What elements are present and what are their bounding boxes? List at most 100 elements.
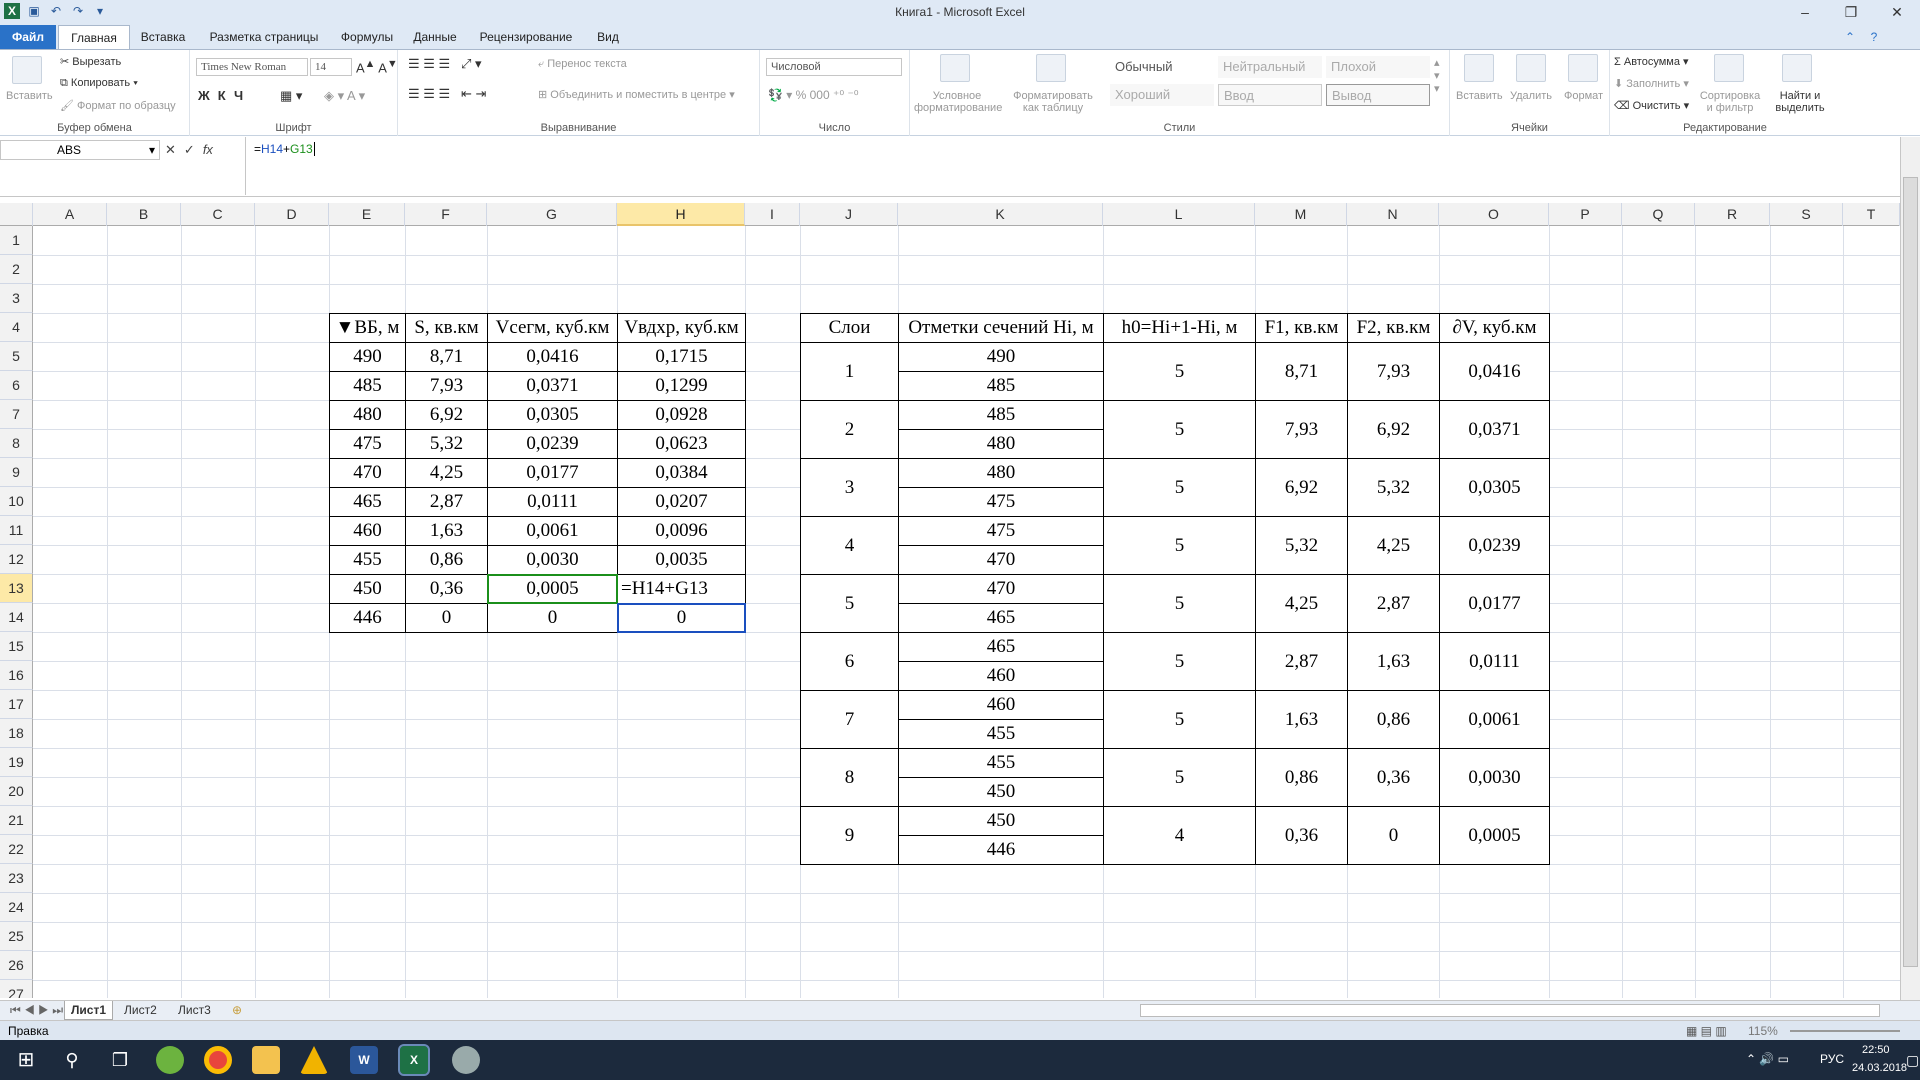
layer-dv[interactable]: 0,0177 — [1439, 574, 1550, 633]
row-header-15[interactable]: 15 — [0, 632, 33, 661]
layer-f2[interactable]: 4,25 — [1347, 516, 1440, 575]
section-mark[interactable]: 470 — [898, 574, 1104, 604]
layer-h0[interactable]: 5 — [1103, 748, 1256, 807]
row-header-11[interactable]: 11 — [0, 516, 33, 545]
search-icon[interactable]: ⚲ — [58, 1046, 86, 1074]
row-header-14[interactable]: 14 — [0, 603, 33, 632]
row-header-16[interactable]: 16 — [0, 661, 33, 690]
table1-cell[interactable]: 470 — [329, 458, 406, 488]
section-mark[interactable]: 470 — [898, 545, 1104, 575]
table1-cell[interactable]: 490 — [329, 342, 406, 372]
layer-h0[interactable]: 5 — [1103, 458, 1256, 517]
tray-icons[interactable]: ⌃ 🔊 ▭ — [1746, 1052, 1789, 1066]
insert-function-icon[interactable]: fx — [203, 140, 213, 160]
table1-cell[interactable]: 460 — [329, 516, 406, 546]
section-mark[interactable]: 485 — [898, 400, 1104, 430]
formula-input[interactable]: =H14+G13 — [245, 137, 1905, 195]
insert-cells-button[interactable]: Вставить — [1456, 90, 1503, 102]
row-header-26[interactable]: 26 — [0, 951, 33, 980]
layer-f1[interactable]: 4,25 — [1255, 574, 1348, 633]
section-mark[interactable]: 450 — [898, 806, 1104, 836]
delete-cells-button[interactable]: Удалить — [1510, 90, 1552, 102]
layer-f2[interactable]: 6,92 — [1347, 400, 1440, 459]
zoom-slider[interactable] — [1790, 1030, 1900, 1032]
name-box[interactable]: ABS ▾ — [0, 140, 160, 160]
table1-cell[interactable]: 0,0207 — [617, 487, 746, 517]
style-output[interactable]: Вывод — [1326, 84, 1430, 106]
table1-cell[interactable]: 2,87 — [405, 487, 488, 517]
column-header-s[interactable]: S — [1770, 203, 1843, 226]
worksheet-grid[interactable]: ABCDEFGHIJKLMNOPQRST 1 2 3 4 5 6 7 8 9 10 11 12 13 14… — [0, 203, 1900, 998]
table1-cell[interactable]: 0 — [487, 603, 618, 633]
table1-cell[interactable]: 0,0305 — [487, 400, 618, 430]
layer-number[interactable]: 1 — [800, 342, 899, 401]
layer-f1[interactable]: 7,93 — [1255, 400, 1348, 459]
find-select-icon[interactable] — [1782, 54, 1812, 82]
sheet-tab-1[interactable]: Лист1 — [64, 1001, 114, 1020]
table1-cell[interactable]: 450 — [329, 574, 406, 604]
column-header-i[interactable]: I — [745, 203, 800, 226]
excel-icon[interactable]: X — [398, 1044, 430, 1076]
table1-cell[interactable]: 480 — [329, 400, 406, 430]
app-disc-icon[interactable] — [452, 1046, 480, 1074]
table1-cell[interactable]: 7,93 — [405, 371, 488, 401]
clock-time[interactable]: 22:50 — [1862, 1044, 1890, 1056]
table1-cell[interactable]: 485 — [329, 371, 406, 401]
column-header-k[interactable]: K — [898, 203, 1103, 226]
column-header-b[interactable]: B — [107, 203, 181, 226]
styles-scroll-icon[interactable]: ▴ ▾ ▾ — [1434, 56, 1440, 95]
row-header-19[interactable]: 19 — [0, 748, 33, 777]
tab-view[interactable]: Вид — [588, 25, 628, 49]
cancel-entry-icon[interactable]: ✕ — [165, 140, 176, 160]
app-triangle-icon[interactable] — [300, 1046, 328, 1074]
cut-button[interactable]: ✂ Вырезать — [60, 55, 121, 68]
maximize-button[interactable]: ❐ — [1828, 0, 1874, 25]
column-header-h[interactable]: H — [617, 203, 745, 226]
layer-h0[interactable]: 5 — [1103, 516, 1256, 575]
section-mark[interactable]: 475 — [898, 516, 1104, 546]
tab-file[interactable]: Файл — [0, 25, 56, 49]
name-box-dropdown-icon[interactable]: ▾ — [149, 141, 155, 159]
row-header-20[interactable]: 20 — [0, 777, 33, 806]
font-name-combo[interactable]: Times New Roman — [196, 58, 308, 76]
notifications-icon[interactable]: ▢ — [1906, 1052, 1919, 1069]
table1-cell[interactable]: 0,0177 — [487, 458, 618, 488]
format-cells-icon[interactable] — [1568, 54, 1598, 82]
layer-dv[interactable]: 0,0239 — [1439, 516, 1550, 575]
column-header-g[interactable]: G — [487, 203, 617, 226]
chrome-icon[interactable] — [204, 1046, 232, 1074]
vertical-scroll-thumb[interactable] — [1903, 177, 1918, 967]
section-mark[interactable]: 446 — [898, 835, 1104, 865]
table1-cell[interactable]: 0,0061 — [487, 516, 618, 546]
layer-number[interactable]: 4 — [800, 516, 899, 575]
layer-h0[interactable]: 5 — [1103, 400, 1256, 459]
layer-number[interactable]: 9 — [800, 806, 899, 865]
layer-h0[interactable]: 5 — [1103, 690, 1256, 749]
row-header-25[interactable]: 25 — [0, 922, 33, 951]
layer-h0[interactable]: 5 — [1103, 574, 1256, 633]
layer-number[interactable]: 5 — [800, 574, 899, 633]
style-good[interactable]: Хороший — [1110, 84, 1214, 106]
column-header-n[interactable]: N — [1347, 203, 1439, 226]
layer-dv[interactable]: 0,0371 — [1439, 400, 1550, 459]
conditional-format-button[interactable]: Условное форматирование — [914, 90, 1002, 114]
table1-cell[interactable]: 455 — [329, 545, 406, 575]
layer-number[interactable]: 8 — [800, 748, 899, 807]
table1-cell[interactable]: 0,0416 — [487, 342, 618, 372]
section-mark[interactable]: 465 — [898, 603, 1104, 633]
grow-font-icon[interactable]: A▲ A▼ — [356, 58, 398, 75]
row-header-27[interactable]: 27 — [0, 980, 33, 998]
layer-number[interactable]: 6 — [800, 632, 899, 691]
language-indicator[interactable]: РУС — [1820, 1052, 1844, 1066]
select-all-corner[interactable] — [0, 203, 33, 226]
row-header-7[interactable]: 7 — [0, 400, 33, 429]
zoom-level[interactable]: 115% — [1748, 1021, 1778, 1041]
table1-cell[interactable]: 0,0111 — [487, 487, 618, 517]
layer-f1[interactable]: 0,86 — [1255, 748, 1348, 807]
tab-review[interactable]: Рецензирование — [470, 25, 582, 49]
layer-number[interactable]: 3 — [800, 458, 899, 517]
column-header-d[interactable]: D — [255, 203, 329, 226]
sort-filter-button[interactable]: Сортировка и фильтр — [1698, 90, 1762, 114]
layer-h0[interactable]: 5 — [1103, 632, 1256, 691]
insert-cells-icon[interactable] — [1464, 54, 1494, 82]
